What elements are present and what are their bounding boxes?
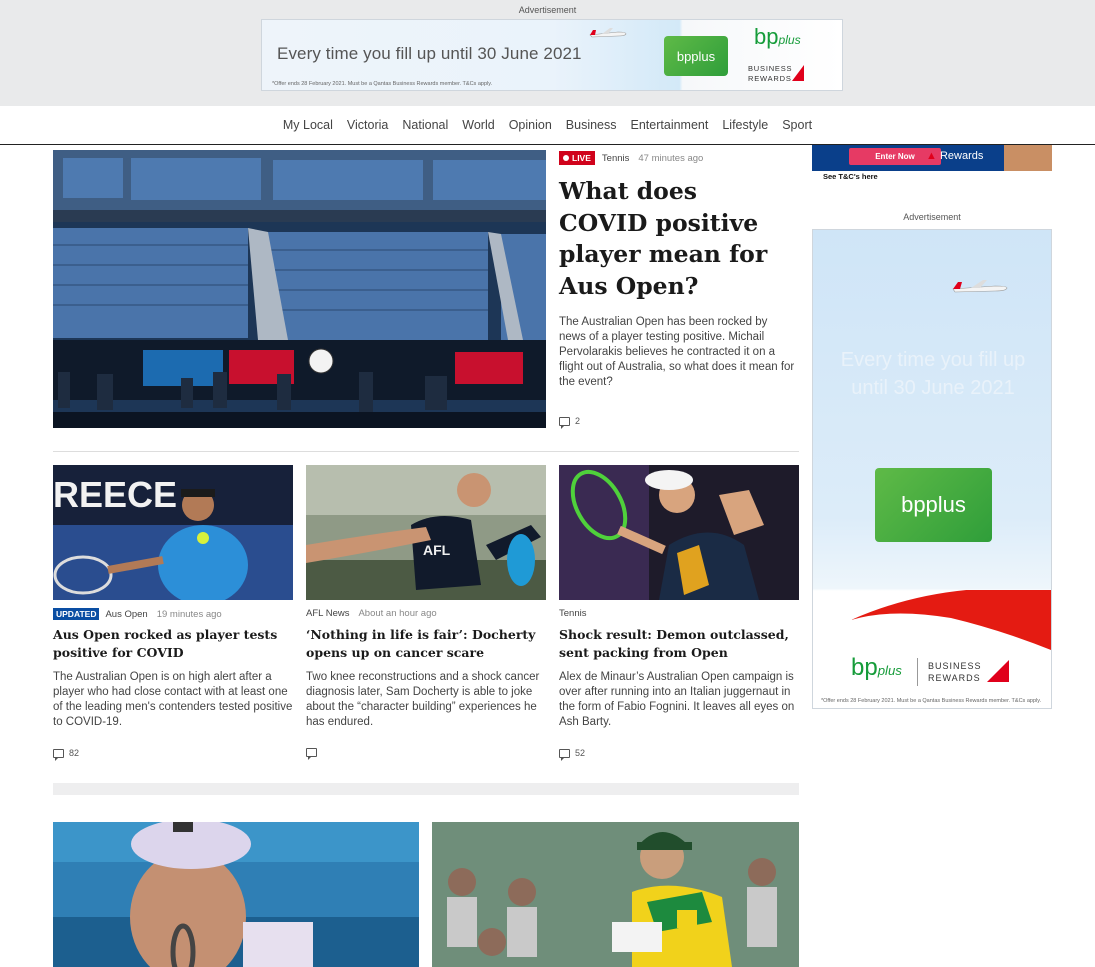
nav-entertainment[interactable]: Entertainment [631,118,709,132]
tennis-player-photo-icon: REECE [53,465,293,600]
bp-logo: bpplus [851,654,902,681]
tc-link[interactable]: See T&C's here [823,172,878,181]
section-nav: My Local Victoria National World Opinion… [0,106,1095,145]
rewards-banner[interactable]: Enter Now ▲ Rewards [812,145,1052,171]
card-headline-1[interactable]: Aus Open rocked as player tests positive… [53,626,293,662]
comment-count: 82 [69,748,80,758]
stadium-photo-icon [53,150,546,428]
comment-count: 2 [575,416,581,426]
logo-separator [917,658,918,686]
hero-time: 47 minutes ago [638,152,704,164]
qantas-icon [792,65,804,81]
card-meta-3: Tennis [559,608,586,619]
svg-text:AFL: AFL [423,542,451,558]
hero-image[interactable] [53,150,546,428]
card-image-3[interactable] [559,465,799,600]
card-image-1[interactable]: REECE [53,465,293,600]
red-swoosh-icon [851,590,1051,650]
ad-label: Advertisement [903,212,961,222]
afl-player-photo-icon: AFL [306,465,546,600]
updated-badge: UPDATED [53,608,100,620]
nav-opinion[interactable]: Opinion [509,118,552,132]
card-category[interactable]: Aus Open [105,609,147,620]
bp-card: bpplus [664,36,728,76]
qantas-icon: ▲ [926,150,937,162]
comment-icon [306,748,317,760]
card-summary-1: The Australian Open is on high alert aft… [53,671,293,728]
comment-count: 52 [575,748,586,758]
card-time: About an hour ago [358,608,437,619]
bottom-image-2[interactable] [432,822,799,967]
tennis-player-photo-icon [559,465,799,600]
hero-headline[interactable]: What does COVID positive player mean for… [559,176,789,302]
qantas-icon [987,660,1009,682]
bottom-image-1[interactable] [53,822,419,967]
card-comments-2[interactable] [306,748,322,760]
nav-lifestyle[interactable]: Lifestyle [722,118,768,132]
business-rewards-text: BUSINESS REWARDS [928,661,982,683]
cricket-player-photo-icon [432,822,799,967]
comment-icon [559,416,570,429]
card-image-2[interactable]: AFL [306,465,546,600]
card-headline-3[interactable]: Shock result: Demon outclassed, sent pac… [559,626,799,662]
hero-meta: LIVE Tennis 47 minutes ago [559,151,703,165]
comment-icon [559,748,570,761]
card-meta-1: UPDATED Aus Open 19 minutes ago [53,608,222,620]
card-category[interactable]: AFL News [306,608,349,619]
hero-comments[interactable]: 2 [559,416,581,429]
tennis-player-photo-icon [53,822,419,967]
ad-label: Advertisement [518,5,577,15]
ad-fine-print: *Offer ends 28 February 2021. Must be a … [821,698,1042,704]
card-category[interactable]: Tennis [559,608,586,619]
nav-world[interactable]: World [462,118,494,132]
plane-icon [952,280,1008,293]
business-rewards-text: BUSINESS REWARDS [748,64,793,83]
banner-thumbnail [1004,145,1052,171]
comment-icon [53,748,64,761]
live-dot-icon [563,155,569,161]
ad-text: Every time you fill up until 30 June 202… [840,349,1026,399]
card-time: 19 minutes ago [156,608,222,620]
ad-text: Every time you fill up until 30 June 202… [277,44,582,63]
card-meta-2: AFL News About an hour ago [306,608,437,619]
hero-category[interactable]: Tennis [602,153,629,164]
nav-my-local[interactable]: My Local [283,118,333,132]
plane-icon [589,28,627,38]
ad-fine-print: *Offer ends 28 February 2021. Must be a … [272,81,493,87]
card-comments-3[interactable]: 52 [559,748,586,761]
card-summary-2: Two knee reconstructions and a shock can… [306,671,540,728]
nav-sport[interactable]: Sport [782,118,812,132]
nav-business[interactable]: Business [566,118,617,132]
card-headline-2[interactable]: ‘Nothing in life is fair’: Docherty open… [306,626,546,662]
nav-victoria[interactable]: Victoria [347,118,388,132]
section-separator [53,783,799,795]
divider [53,451,799,452]
live-badge: LIVE [559,151,595,165]
nav-national[interactable]: National [402,118,448,132]
card-comments-1[interactable]: 82 [53,748,80,761]
bp-card: bpplus [875,468,992,542]
sidebar-ad[interactable]: Every time you fill up until 30 June 202… [812,229,1052,709]
leaderboard-ad[interactable]: Every time you fill up until 30 June 202… [261,19,843,91]
top-ad-band: Advertisement Every time you fill up unt… [0,0,1095,106]
hero-summary: The Australian Open has been rocked by n… [559,316,795,388]
image-text: REECE [53,474,177,515]
bp-logo: bpplus [754,24,801,49]
rewards-logo: ▲ Rewards [926,150,984,162]
card-summary-3: Alex de Minaur’s Australian Open campaig… [559,671,795,728]
